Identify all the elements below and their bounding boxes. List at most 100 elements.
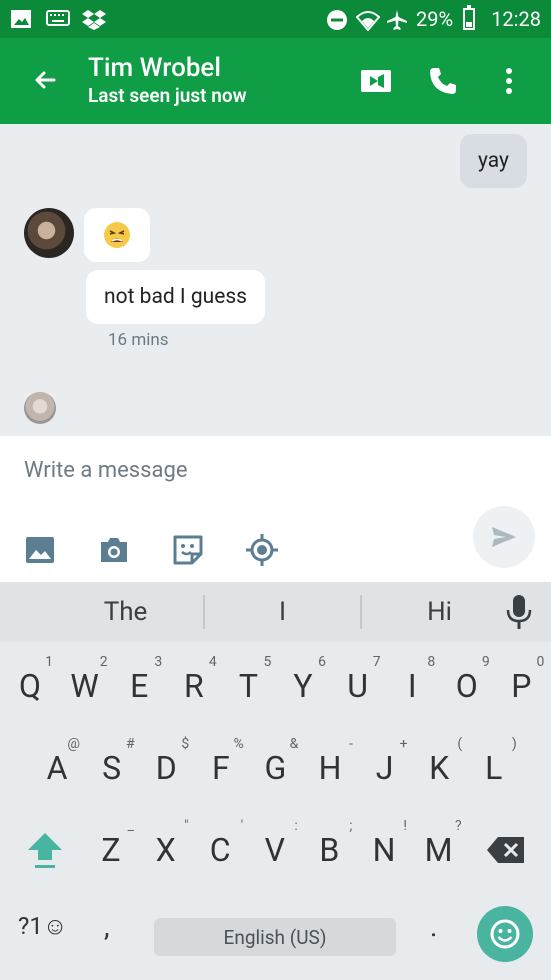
keyboard-icon — [46, 9, 70, 29]
send-button[interactable] — [473, 506, 535, 568]
key-label: K — [429, 749, 450, 787]
contact-avatar[interactable] — [24, 208, 74, 258]
key-secondary-label: 5 — [263, 654, 272, 670]
battery-percentage: 29% — [416, 7, 454, 31]
key-secondary-label: 6 — [318, 654, 326, 670]
key-secondary-label: % — [233, 736, 244, 752]
key-a[interactable]: A @ — [30, 726, 84, 810]
attach-image-button[interactable] — [16, 530, 64, 570]
key-label: P — [511, 667, 532, 705]
key-u[interactable]: U7 — [331, 644, 385, 728]
keyboard-row-2: A @ S # D $ F% G & H - J + K(L) — [0, 726, 551, 810]
key-e[interactable]: E3 — [112, 644, 166, 728]
airplane-icon — [386, 9, 408, 30]
key-label: U — [347, 667, 368, 705]
key-h[interactable]: H- — [303, 726, 357, 810]
key-t[interactable]: T5 — [221, 644, 275, 728]
message-list[interactable]: yay not bad I guess 16 mins — [0, 124, 551, 436]
key-y[interactable]: Y6 — [276, 644, 330, 728]
key-z[interactable]: Z _ — [84, 808, 138, 892]
key-secondary-label: + — [399, 736, 408, 752]
shift-key[interactable] — [18, 808, 72, 892]
phone-call-icon — [430, 68, 456, 94]
key-secondary-label: _ — [127, 818, 134, 834]
key-label: Y — [293, 667, 313, 705]
shift-arrow-icon — [28, 833, 62, 868]
incoming-message[interactable]: not bad I guess — [86, 270, 266, 324]
key-w[interactable]: W2 — [58, 644, 112, 728]
key-label: V — [264, 831, 285, 869]
key-n[interactable]: N! — [357, 808, 411, 892]
key-k[interactable]: K( — [412, 726, 466, 810]
smiley-icon — [490, 919, 520, 949]
period-key[interactable]: . — [430, 910, 437, 943]
battery-icon — [463, 5, 476, 30]
keyboard-bottom-row: ?1☺ , English (US) . — [0, 892, 551, 976]
key-label: I — [407, 667, 417, 705]
backspace-key[interactable] — [479, 808, 533, 892]
symbols-key[interactable]: ?1☺ — [18, 912, 67, 941]
back-button[interactable] — [0, 38, 88, 124]
space-bar[interactable]: English (US) — [154, 918, 396, 956]
key-f[interactable]: F% — [194, 726, 248, 810]
keyboard-row-3: Z _ X " C ' V: B; N! M? — [0, 808, 551, 892]
camera-icon — [101, 538, 127, 562]
key-label: T — [238, 667, 258, 705]
microphone-icon[interactable] — [505, 594, 533, 630]
back-arrow-icon — [35, 71, 56, 89]
key-label: M — [424, 831, 453, 869]
camera-button[interactable] — [90, 530, 138, 570]
key-secondary-label: " — [184, 818, 189, 834]
suggestion-the[interactable]: The — [48, 597, 203, 627]
message-input[interactable]: Write a message — [24, 458, 188, 483]
key-label: E — [130, 667, 149, 705]
key-secondary-label: 3 — [154, 654, 163, 670]
key-p[interactable]: P0 — [494, 644, 548, 728]
key-label: J — [375, 749, 394, 787]
backspace-icon — [487, 837, 524, 863]
key-secondary-label: 7 — [372, 654, 381, 670]
more-options-button[interactable] — [485, 57, 533, 105]
image-icon — [26, 537, 54, 563]
key-secondary-label: ) — [511, 736, 517, 752]
key-c[interactable]: C ' — [193, 808, 247, 892]
image-icon — [10, 9, 32, 29]
conversation-title[interactable]: Tim Wrobel Last seen just now — [88, 53, 353, 109]
video-call-button[interactable] — [353, 57, 401, 105]
location-button[interactable] — [238, 530, 286, 570]
key-label: N — [372, 831, 396, 869]
outgoing-message[interactable]: yay — [460, 134, 527, 188]
suggestion-hi[interactable]: Hi — [362, 597, 517, 627]
key-m[interactable]: M? — [412, 808, 466, 892]
key-r[interactable]: R4 — [167, 644, 221, 728]
key-label: D — [155, 749, 177, 787]
key-o[interactable]: O9 — [440, 644, 494, 728]
status-bar: 29% 12:28 — [0, 0, 551, 38]
key-label: H — [318, 749, 342, 787]
key-secondary-label: 8 — [427, 654, 436, 670]
key-i[interactable]: I8 — [385, 644, 439, 728]
emoji-key[interactable] — [477, 906, 533, 962]
phone-call-button[interactable] — [419, 57, 467, 105]
key-g[interactable]: G & — [248, 726, 302, 810]
key-j[interactable]: J + — [358, 726, 412, 810]
suggestion-strip: The I Hi — [0, 582, 551, 642]
key-secondary-label: ? — [454, 818, 462, 834]
key-label: S — [102, 749, 122, 787]
comma-key[interactable]: , — [104, 910, 110, 943]
key-x[interactable]: X " — [139, 808, 193, 892]
key-b[interactable]: B; — [302, 808, 356, 892]
key-d[interactable]: D $ — [139, 726, 193, 810]
sticker-button[interactable] — [164, 530, 212, 570]
key-label: C — [209, 831, 231, 869]
incoming-message-emoji[interactable] — [84, 208, 150, 262]
symbols-key-label: ?1☺ — [18, 912, 68, 940]
key-l[interactable]: L) — [467, 726, 521, 810]
dropbox-icon — [82, 9, 106, 30]
suggestion-i[interactable]: I — [205, 597, 360, 627]
key-secondary-label: 4 — [208, 654, 217, 670]
key-s[interactable]: S # — [85, 726, 139, 810]
key-secondary-label: ; — [349, 818, 353, 834]
key-q[interactable]: Q1 — [3, 644, 57, 728]
key-v[interactable]: V: — [248, 808, 302, 892]
